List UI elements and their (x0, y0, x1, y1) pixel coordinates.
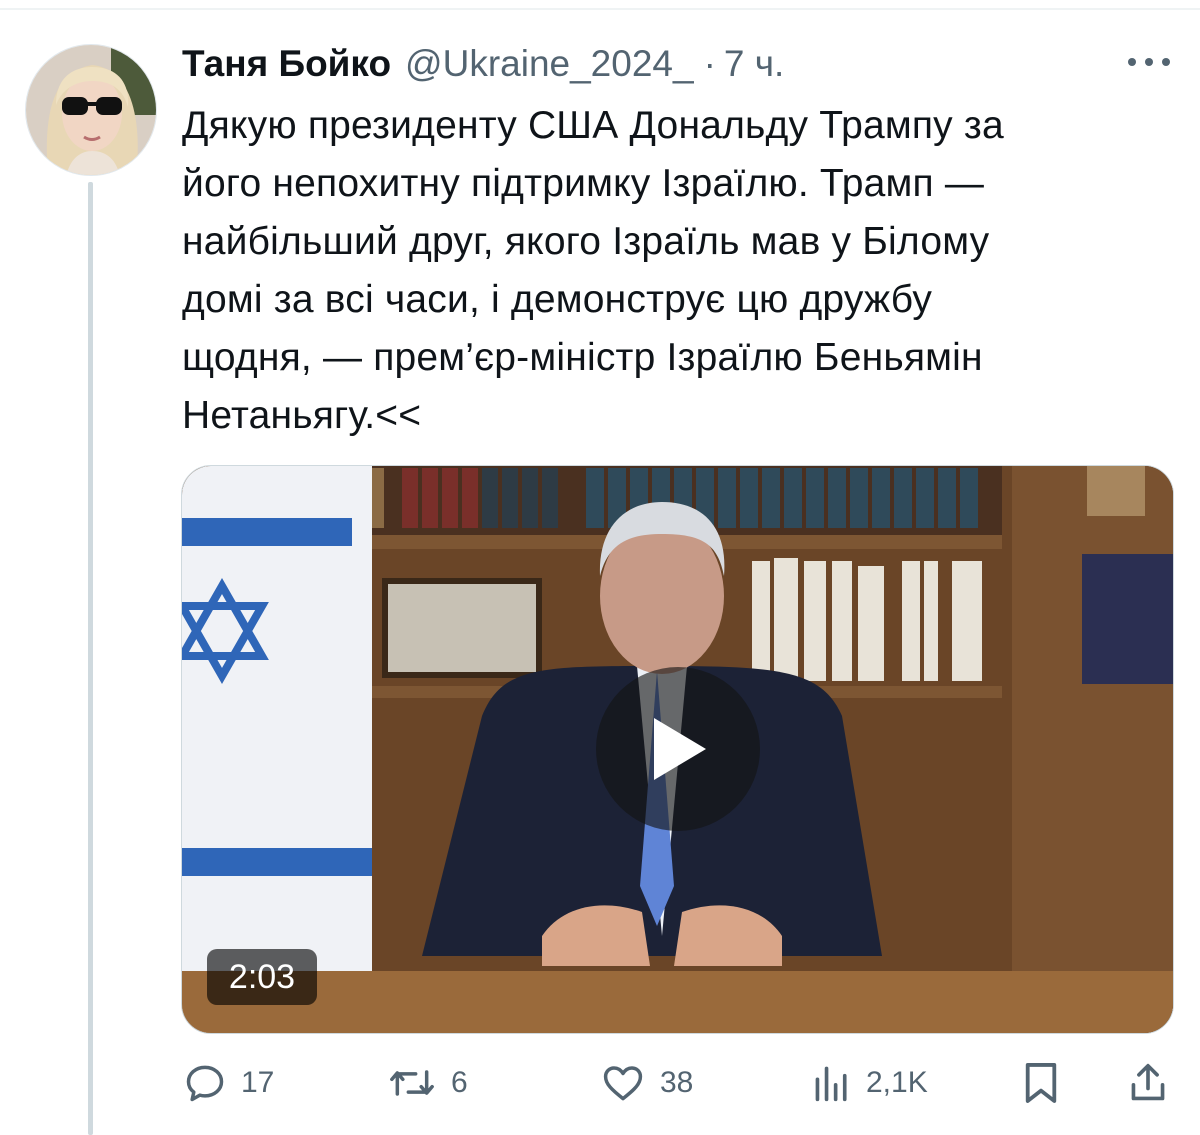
like-button[interactable]: 38 (600, 1058, 693, 1108)
view-count: 2,1K (866, 1066, 928, 1099)
play-button[interactable] (596, 667, 760, 831)
reply-count: 17 (241, 1066, 275, 1099)
bookmark-button[interactable] (1022, 1058, 1060, 1108)
display-name[interactable]: Таня Бойко (182, 40, 391, 88)
retweet-count: 6 (451, 1066, 468, 1099)
user-handle[interactable]: @Ukraine_2024_ (405, 40, 694, 88)
like-count: 38 (660, 1066, 694, 1099)
timestamp[interactable]: 7 ч. (724, 40, 784, 88)
separator-dot: · (703, 43, 716, 84)
bookmark-icon (1025, 1063, 1057, 1103)
action-bar: 17 6 38 2,1K (0, 1050, 1200, 1120)
avatar[interactable] (25, 44, 157, 176)
thread-line (88, 182, 93, 1135)
retweet-button[interactable]: 6 (387, 1058, 468, 1108)
views-button[interactable]: 2,1K (812, 1058, 928, 1108)
tweet-text: Дякую президенту США Дональду Трампу за … (182, 104, 1004, 437)
top-divider (0, 8, 1200, 10)
share-icon (1131, 1063, 1165, 1101)
retweet-icon (390, 1070, 434, 1096)
reply-bubble-icon (186, 1065, 224, 1102)
avatar-image (26, 45, 156, 175)
tweet-header: Таня Бойко @Ukraine_2024_ · 7 ч. (182, 40, 784, 88)
more-horizontal-icon[interactable] (1128, 54, 1170, 70)
tweet-screenshot: Таня Бойко @Ukraine_2024_ · 7 ч. Дякую п… (0, 0, 1200, 1135)
heart-icon (603, 1066, 643, 1101)
share-button[interactable] (1128, 1058, 1168, 1108)
bar-chart-icon (815, 1066, 847, 1102)
play-icon (654, 718, 706, 780)
video-duration: 2:03 (207, 949, 317, 1005)
reply-button[interactable]: 17 (183, 1058, 274, 1108)
